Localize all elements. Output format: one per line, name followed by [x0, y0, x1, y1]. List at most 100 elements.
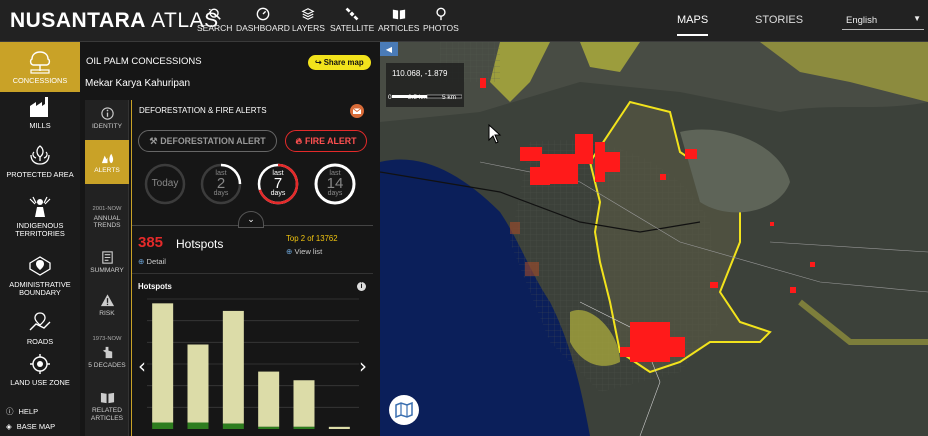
chart-label: Hotspots: [138, 282, 172, 291]
deforestation-label: DEFORESTATION ALERT: [160, 136, 266, 146]
subnav-risk-label: RISK: [99, 310, 115, 317]
language-select[interactable]: English ▼: [842, 10, 924, 30]
subnav-5-decades-range: 1973-NOW: [92, 336, 122, 342]
view-list-label: View list: [294, 247, 323, 256]
nav-articles-label: ARTICLES: [378, 23, 420, 33]
subnav-summary-label: SUMMARY: [90, 267, 124, 274]
subnav-risk[interactable]: RISK: [85, 293, 129, 318]
fire-alert-button[interactable]: 🔥︎ FIRE ALERT: [285, 130, 367, 152]
subnav-alerts[interactable]: ALERTS: [85, 140, 129, 184]
coordinate-box: 110.068, -1.879 0 2.5 km 5 km: [386, 63, 464, 107]
detail-link[interactable]: ⊕ Detail: [138, 257, 166, 266]
scale-label-0: 0: [388, 94, 392, 101]
map-view-button[interactable]: [389, 395, 419, 425]
subnav-5-decades-label: 5 DECADES: [88, 361, 126, 369]
cursor-icon: [488, 124, 502, 144]
chart-bar-base[interactable]: [152, 422, 174, 430]
subnav-summary[interactable]: SUMMARY: [85, 250, 129, 275]
leftnav-item-roads[interactable]: ROADS: [0, 310, 80, 346]
subnav-annual-trends-label: ANNUAL TRENDS: [93, 214, 121, 230]
period-today[interactable]: Today: [143, 162, 187, 206]
logo[interactable]: NUSANTARA ATLAS: [10, 9, 219, 33]
alerts-content: DEFORESTATION & FIRE ALERTS ⚒ DEFORESTAT…: [131, 100, 373, 436]
scale-label-2: 5 km: [442, 94, 457, 101]
panel-subnav: IDENTITY ALERTS 2001-NOW ANNUAL TRENDS S…: [85, 100, 129, 436]
decades-icon: [102, 346, 112, 358]
collapse-button[interactable]: ⌄: [238, 211, 264, 228]
leftnav-label-mills: MILLS: [29, 121, 51, 130]
detail-label: Detail: [146, 257, 166, 266]
map-back-button[interactable]: ◀: [380, 42, 398, 56]
period-7-days[interactable]: last 7 days: [256, 162, 300, 206]
chart-bar[interactable]: [222, 310, 244, 424]
articles-icon: [100, 392, 114, 404]
leftnav-item-mills[interactable]: MILLS: [0, 94, 80, 130]
subnav-identity[interactable]: IDENTITY: [85, 106, 129, 131]
period-2-suffix: days: [213, 190, 229, 198]
subnav-alerts-label: ALERTS: [94, 166, 120, 174]
tab-maps[interactable]: MAPS: [677, 14, 709, 36]
nav-satellite-label: SATELLITE: [330, 23, 375, 33]
nav-photos[interactable]: PHOTOS: [423, 7, 459, 33]
leftnav-item-administrative-boundary[interactable]: ADMINISTRATIVE BOUNDARY: [0, 253, 80, 297]
subnav-annual-trends-range: 2001-NOW: [92, 206, 122, 212]
chart-prev-arrow[interactable]: ‹: [138, 354, 146, 378]
plus-circle-icon: ⊕: [286, 247, 293, 256]
protected-area-icon: [30, 145, 50, 165]
leftnav-item-indigenous[interactable]: INDIGENOUS TERRITORIES: [0, 194, 80, 238]
leftnav-label-roads: ROADS: [26, 337, 54, 346]
info-icon[interactable]: i: [357, 282, 366, 291]
subnav-related-articles[interactable]: RELATED ARTICLES: [85, 390, 129, 422]
chart-bar[interactable]: [187, 344, 209, 423]
period-2-days[interactable]: last 2 days: [199, 162, 243, 206]
leftnav-item-land-use-zone[interactable]: LAND USE ZONE: [0, 351, 80, 387]
leftnav-item-protected-area[interactable]: PROTECTED AREA: [0, 143, 80, 179]
nav-articles[interactable]: ARTICLES: [378, 7, 419, 33]
layers-icon: [301, 8, 315, 20]
nav-satellite[interactable]: SATELLITE: [330, 7, 374, 33]
period-14-number: 14: [326, 174, 344, 192]
basemap-icon: ◈: [6, 422, 12, 431]
divider: [132, 273, 373, 274]
indigenous-icon: [29, 196, 51, 217]
subnav-5-decades[interactable]: 1973-NOW 5 DECADES: [85, 336, 129, 369]
period-7-suffix: days: [270, 190, 286, 198]
deforestation-alert-button[interactable]: ⚒ DEFORESTATION ALERT: [138, 130, 277, 152]
chart-bar[interactable]: [328, 426, 350, 429]
nav-layers[interactable]: LAYERS: [292, 7, 325, 33]
help-link[interactable]: ⓘ HELP: [6, 406, 38, 417]
top-bar: NUSANTARA ATLAS SEARCH DASHBOARD LAYERS …: [0, 0, 928, 42]
nav-dashboard[interactable]: DASHBOARD: [236, 7, 290, 33]
share-map-button[interactable]: ↪ Share map: [308, 55, 371, 70]
period-14-days[interactable]: last 14 days: [313, 162, 357, 206]
chart-bar[interactable]: [152, 303, 174, 423]
chart-next-arrow[interactable]: ›: [359, 354, 367, 378]
alerts-title: DEFORESTATION & FIRE ALERTS: [139, 106, 267, 115]
chart-bar[interactable]: [258, 371, 280, 427]
tab-stories[interactable]: STORIES: [755, 14, 803, 26]
arrow-left-icon: ◀: [385, 44, 393, 54]
chart-bar-base[interactable]: [222, 423, 244, 429]
land-use-icon: [30, 354, 50, 374]
map-canvas[interactable]: ◀ 110.068, -1.879 0 2.5 km 5 km: [380, 42, 928, 436]
info-panel: OIL PALM CONCESSIONS Mekar Karya Kahurip…: [80, 42, 380, 436]
mail-icon[interactable]: [350, 104, 364, 118]
map-icon: [395, 402, 413, 418]
language-value: English: [846, 15, 878, 26]
period-2-number: 2: [216, 174, 226, 192]
chart-bar-base[interactable]: [293, 426, 315, 429]
leftnav-label-protected-area: PROTECTED AREA: [6, 170, 74, 179]
view-list-link[interactable]: ⊕ View list: [286, 247, 322, 256]
chart-bar[interactable]: [293, 380, 315, 427]
chart-bar-base[interactable]: [258, 426, 280, 429]
subnav-annual-trends[interactable]: 2001-NOW ANNUAL TRENDS: [85, 206, 129, 230]
left-nav: CONCESSIONS MILLS PROTECTED AREA INDIGEN…: [0, 42, 80, 436]
leftnav-item-concessions[interactable]: CONCESSIONS: [0, 42, 80, 92]
chart-bar-base[interactable]: [187, 422, 209, 430]
leftnav-label-administrative-boundary: ADMINISTRATIVE BOUNDARY: [9, 280, 71, 298]
nav-search[interactable]: SEARCH: [197, 7, 232, 33]
basemap-link[interactable]: ◈ BASE MAP: [6, 422, 55, 431]
articles-icon: [392, 9, 405, 20]
info-icon: [100, 107, 114, 120]
share-label: Share map: [323, 58, 364, 67]
